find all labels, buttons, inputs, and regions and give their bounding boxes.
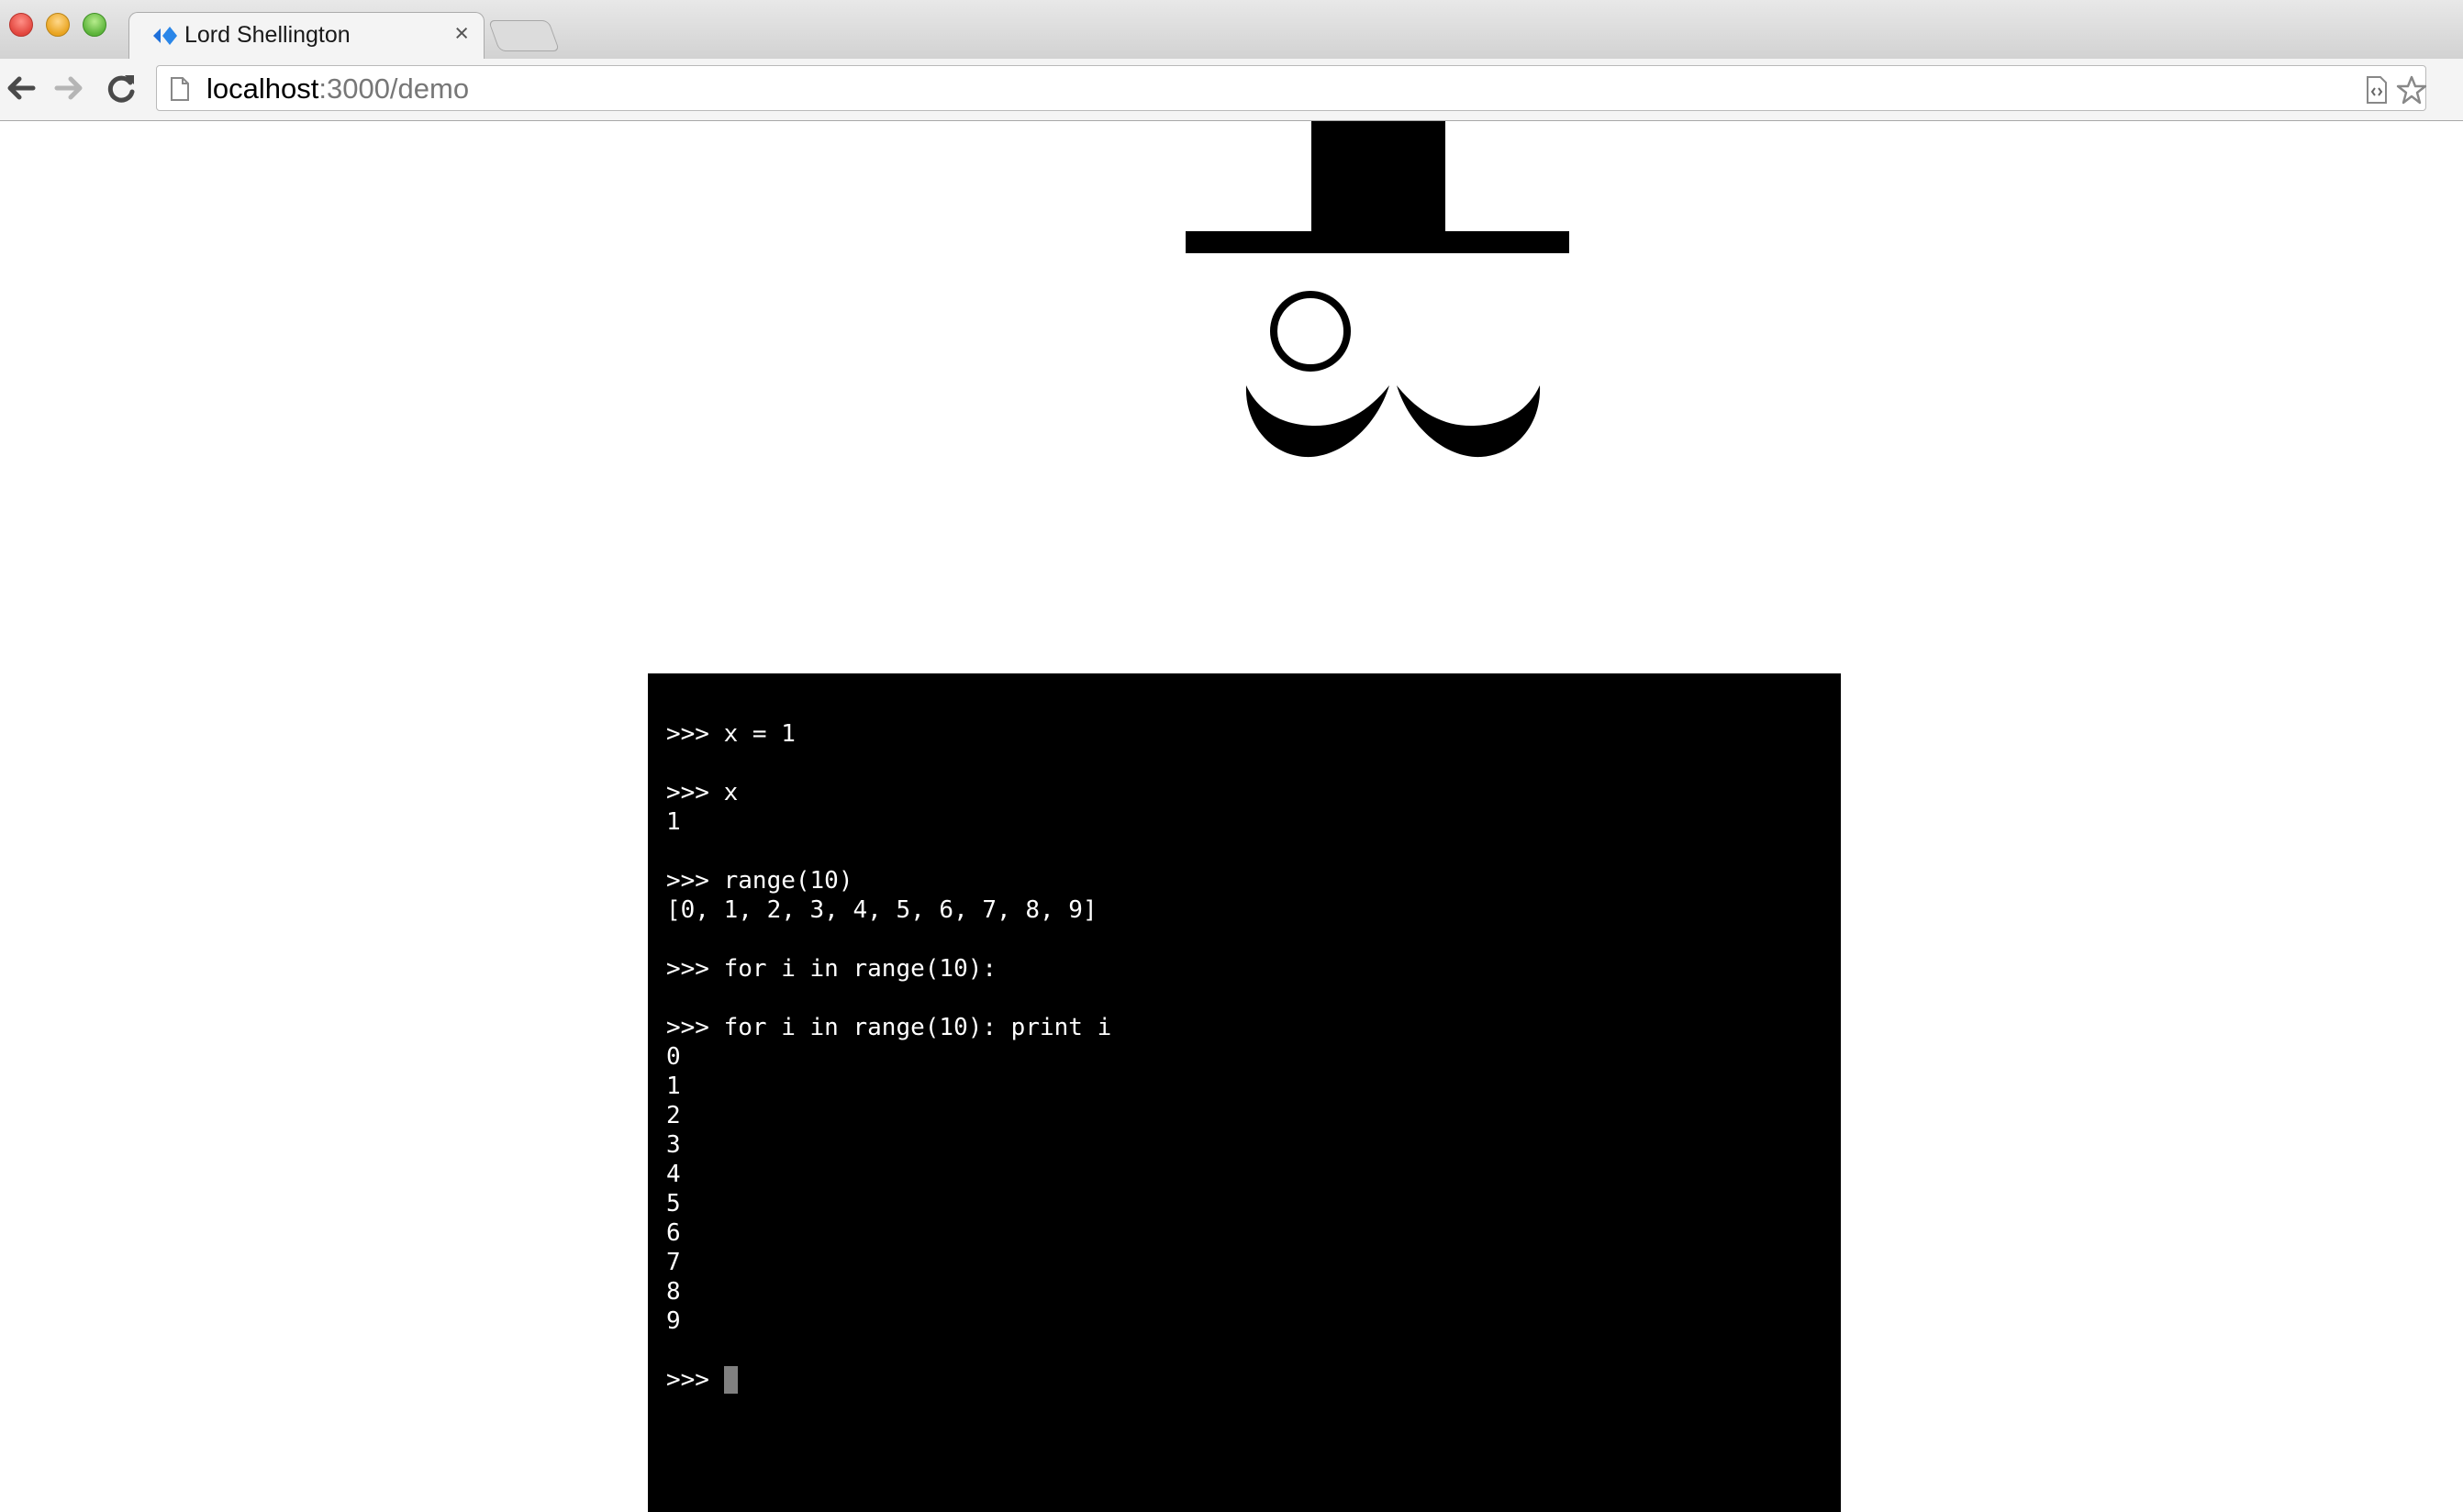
terminal-output-line: 1 — [666, 808, 681, 836]
tab-strip: Lord Shellington × — [0, 0, 2463, 60]
terminal-output-line: 5 — [666, 1190, 681, 1217]
terminal-output-line: 2 — [666, 1102, 681, 1129]
page-source-icon[interactable] — [2365, 75, 2389, 105]
tab-title: Lord Shellington — [184, 22, 351, 48]
terminal-prompt-line[interactable]: >>> — [666, 1365, 1111, 1395]
terminal-cursor — [723, 1366, 738, 1394]
terminal-output-line: 8 — [666, 1278, 681, 1306]
new-tab-button[interactable] — [487, 20, 561, 51]
browser-toolbar: localhost:3000/demo — [0, 59, 2463, 121]
terminal-output-line: 4 — [666, 1161, 681, 1188]
top-hat-icon — [1186, 121, 1569, 253]
python-terminal[interactable]: >>> x = 1 >>> x 1 >>> range(10) [0, 1, 2, 3,… — [648, 673, 1841, 1512]
terminal-output-line — [666, 925, 1111, 954]
window-close-button[interactable] — [9, 13, 33, 37]
browser-tab-active[interactable]: Lord Shellington × — [128, 12, 485, 60]
address-url[interactable]: localhost:3000/demo — [206, 74, 469, 104]
lord-shellington-logo — [1186, 121, 1569, 458]
favicon-icon — [153, 27, 177, 45]
window-maximize-button[interactable] — [83, 13, 106, 37]
window-minimize-button[interactable] — [46, 13, 70, 37]
terminal-command-line: >>> for i in range(10): — [666, 955, 997, 983]
tab-close-icon[interactable]: × — [454, 21, 469, 46]
terminal-output: >>> x = 1 >>> x 1 >>> range(10) [0, 1, 2, 3,… — [666, 719, 1111, 1395]
terminal-prompt: >>> — [666, 1366, 724, 1394]
bookmark-star-icon[interactable] — [2396, 75, 2427, 105]
terminal-output-line — [666, 749, 1111, 778]
terminal-output-line: [0, 1, 2, 3, 4, 5, 6, 7, 8, 9] — [666, 896, 1098, 924]
page-icon — [171, 77, 189, 101]
url-host: localhost — [206, 72, 319, 105]
terminal-command-line: >>> for i in range(10): print i — [666, 1014, 1112, 1041]
terminal-command-line: >>> x — [666, 779, 739, 806]
forward-icon[interactable] — [51, 70, 88, 106]
monocle-icon — [1270, 291, 1351, 372]
terminal-output-line: 1 — [666, 1073, 681, 1100]
url-path: :3000/demo — [318, 72, 470, 105]
reload-icon[interactable] — [103, 70, 139, 106]
terminal-output-line: 0 — [666, 1043, 681, 1071]
terminal-output-line: 6 — [666, 1219, 681, 1247]
mustache-icon — [1245, 385, 1541, 458]
terminal-command-line: >>> x = 1 — [666, 720, 796, 748]
terminal-output-line: 7 — [666, 1249, 681, 1276]
terminal-output-line: 9 — [666, 1307, 681, 1335]
terminal-output-line — [666, 984, 1111, 1013]
terminal-command-line: >>> range(10) — [666, 867, 853, 895]
terminal-output-line — [666, 1336, 1111, 1365]
terminal-output-line: 3 — [666, 1131, 681, 1159]
back-icon[interactable] — [2, 70, 39, 106]
address-bar[interactable]: localhost:3000/demo — [156, 65, 2427, 111]
terminal-output-line — [666, 837, 1111, 866]
